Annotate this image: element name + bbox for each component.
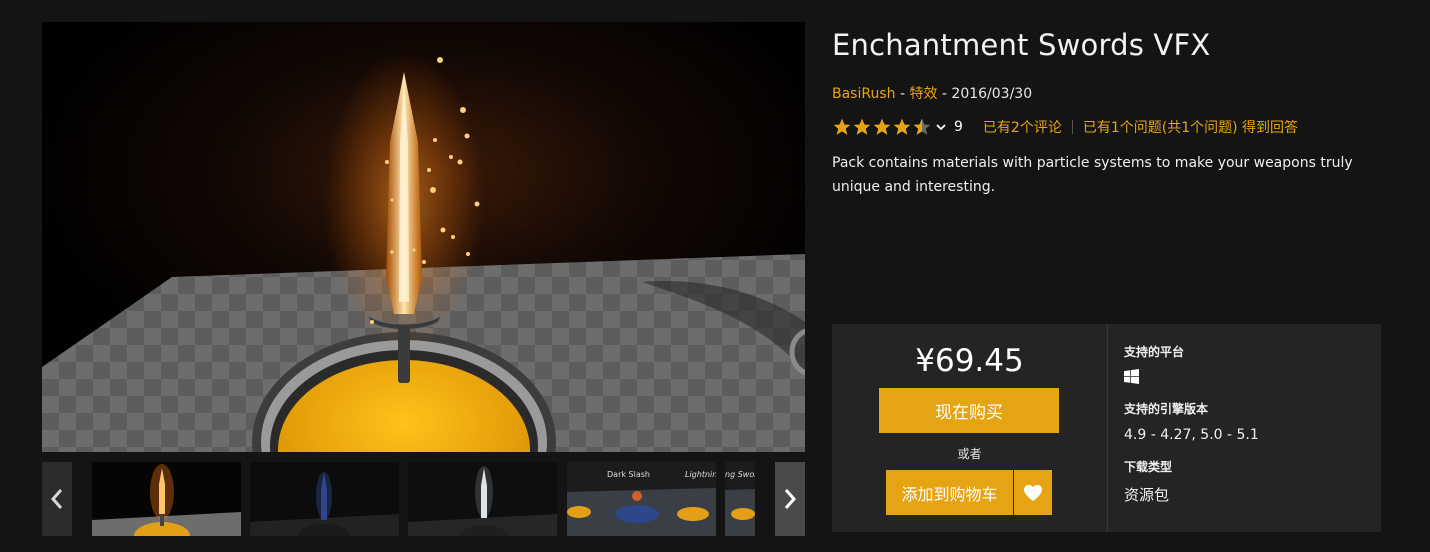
thumbnail-next-button[interactable]	[775, 462, 805, 536]
chevron-right-icon	[784, 489, 797, 509]
release-date: 2016/03/30	[951, 86, 1033, 102]
star-full-icon	[853, 118, 871, 135]
chevron-left-icon	[50, 489, 63, 509]
product-meta: BasiRush - 特效 - 2016/03/30	[832, 83, 1032, 103]
engine-versions: 4.9 - 4.27, 5.0 - 5.1	[1124, 427, 1259, 443]
chevron-down-icon[interactable]	[936, 123, 946, 131]
price: ¥69.45	[915, 343, 1024, 379]
star-rating[interactable]	[832, 117, 932, 137]
thumbnail-label-lightning: Lightnin	[685, 470, 716, 479]
download-type: 资源包	[1124, 486, 1170, 504]
price-section: ¥69.45 现在购买 或者 添加到购物车	[832, 324, 1107, 532]
heart-icon	[1024, 484, 1042, 501]
star-half-icon	[913, 118, 931, 135]
wishlist-button[interactable]	[1014, 470, 1052, 515]
reviews-link[interactable]: 已有2个评论	[983, 117, 1062, 137]
thumbnail-prev-button[interactable]	[42, 462, 72, 536]
thumbnail-2[interactable]	[250, 462, 399, 536]
specs-section: 支持的平台 支持的引擎版本 4.9 - 4.27, 5.0 - 5.1 下载类型…	[1124, 324, 1374, 532]
rating-row: 9 已有2个评论 已有1个问题(共1个问题) 得到回答	[832, 116, 1298, 138]
thumbnail-label-dark-slash: Dark Slash	[607, 470, 650, 479]
star-full-icon	[833, 118, 851, 135]
windows-icon	[1124, 369, 1139, 384]
or-label: 或者	[957, 447, 982, 461]
seller-link[interactable]: BasiRush	[832, 86, 896, 102]
thumbnail-5[interactable]: ng Swor	[725, 462, 755, 536]
engine-versions-heading: 支持的引擎版本	[1124, 402, 1209, 416]
meta-separator: -	[937, 86, 952, 102]
meta-separator: -	[895, 86, 910, 102]
purchase-panel: ¥69.45 现在购买 或者 添加到购物车 支持的平台 支持的引擎版本 4.9 …	[832, 324, 1381, 532]
star-full-icon	[893, 118, 911, 135]
thumbnail-label-ng-swor: ng Swor	[725, 470, 755, 479]
download-type-heading: 下载类型	[1124, 460, 1173, 474]
buy-now-button[interactable]: 现在购买	[879, 388, 1059, 433]
product-description: Pack contains materials with particle sy…	[832, 155, 1353, 195]
thumbnail-4[interactable]: Dark Slash Lightnin	[567, 462, 716, 536]
questions-link[interactable]: 已有1个问题(共1个问题) 得到回答	[1083, 117, 1298, 137]
divider	[1071, 120, 1073, 134]
thumbnail-3[interactable]	[408, 462, 557, 536]
hero-image[interactable]	[42, 22, 805, 452]
panel-divider	[1107, 324, 1108, 532]
star-full-icon	[873, 118, 891, 135]
rating-count: 9	[954, 119, 963, 135]
platforms-heading: 支持的平台	[1124, 345, 1185, 359]
thumbnail-1[interactable]	[92, 462, 241, 536]
category-link[interactable]: 特效	[909, 86, 937, 102]
add-to-cart-button[interactable]: 添加到购物车	[886, 470, 1013, 515]
product-title: Enchantment Swords VFX	[832, 28, 1211, 62]
